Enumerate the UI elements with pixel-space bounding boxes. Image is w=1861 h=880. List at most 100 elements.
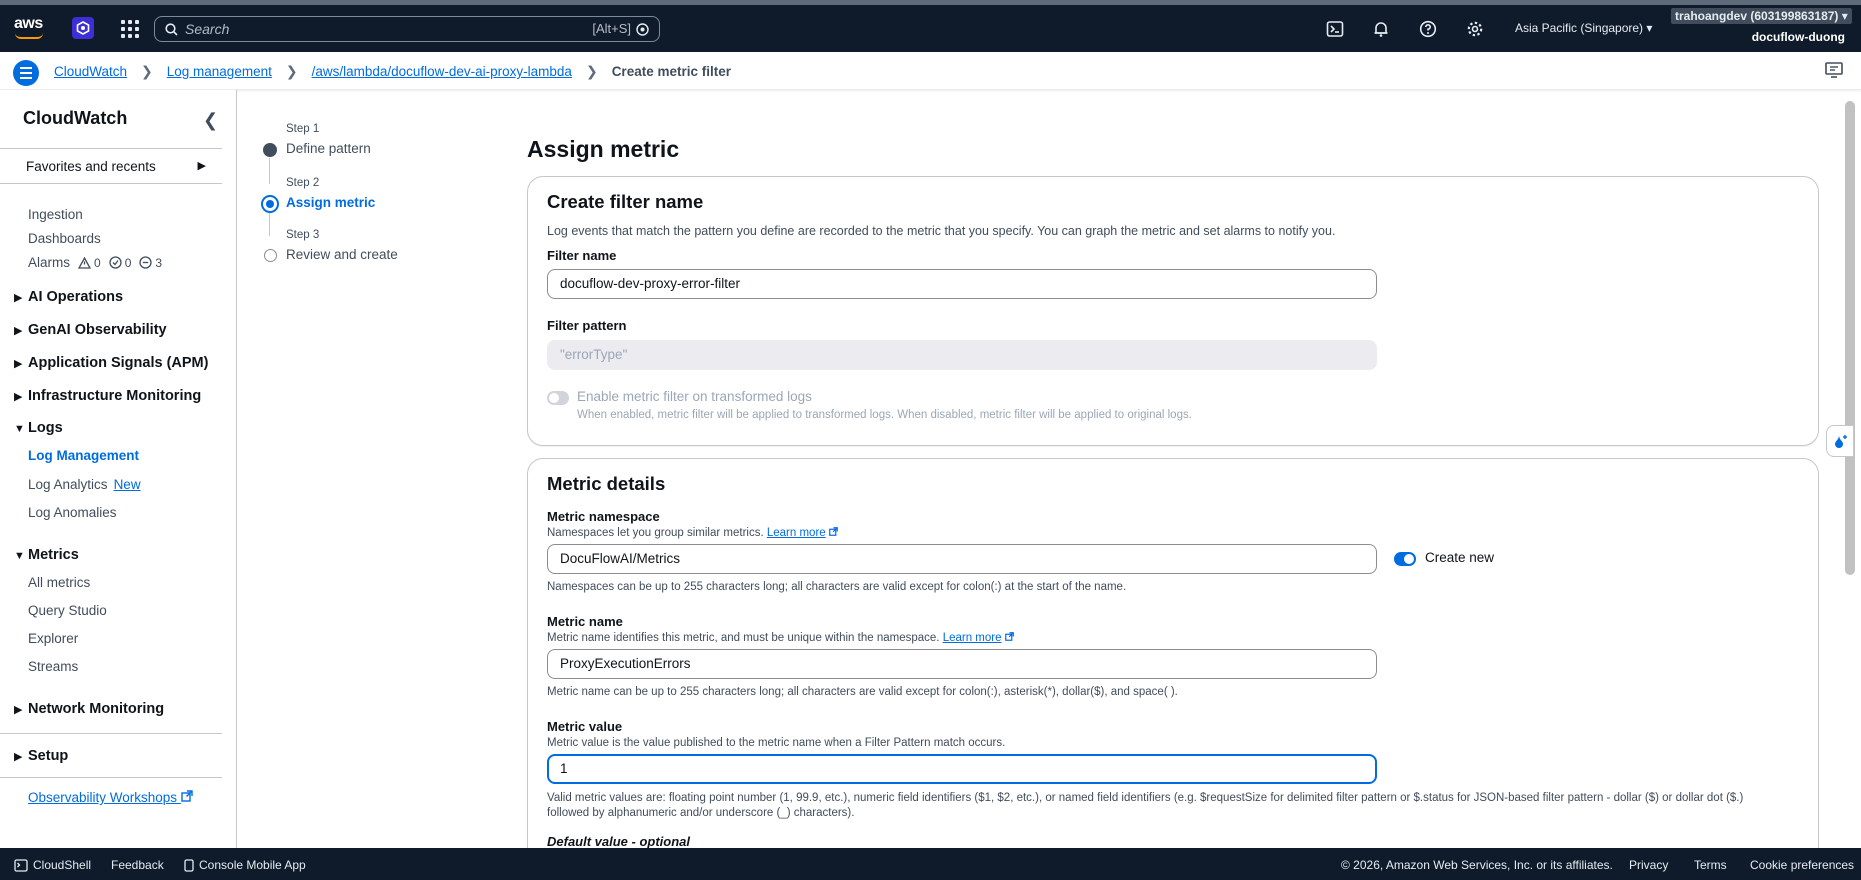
- footer-copyright: © 2026, Amazon Web Services, Inc. or its…: [1341, 858, 1613, 872]
- apps-grid-icon[interactable]: [121, 20, 139, 38]
- toggle-knob: [1404, 554, 1414, 564]
- sidebar-section-logs[interactable]: ▼ Logs: [14, 420, 63, 436]
- filter-pattern-input[interactable]: "errorType": [547, 340, 1377, 370]
- cloudwatch-service-icon[interactable]: [72, 17, 94, 39]
- sidebar-item-dashboards[interactable]: Dashboards: [28, 231, 101, 246]
- cloudshell-icon[interactable]: [1326, 20, 1344, 38]
- aws-logo-text: aws: [14, 15, 43, 32]
- section-label: GenAI Observability: [28, 322, 167, 338]
- section-label: Logs: [28, 420, 63, 436]
- region-selector[interactable]: Asia Pacific (Singapore) ▾: [1515, 21, 1652, 35]
- section-label: Network Monitoring: [28, 701, 165, 717]
- section-label: Application Signals (APM): [28, 355, 209, 371]
- card-heading: Create filter name: [547, 191, 704, 212]
- step-number: Step 2: [286, 177, 320, 189]
- insufficient-count: 3: [155, 255, 163, 270]
- step-upcoming-icon: [264, 249, 277, 262]
- sidebar-title[interactable]: CloudWatch: [23, 108, 127, 129]
- observability-workshops-link[interactable]: Observability Workshops: [28, 790, 193, 805]
- search-shortcut: [Alt+S]: [592, 21, 631, 36]
- step-name: Define pattern: [286, 141, 371, 156]
- ai-assistant-icon[interactable]: [1826, 425, 1854, 457]
- breadcrumb: CloudWatch ❯ Log management ❯ /aws/lambd…: [54, 63, 731, 80]
- learn-more-link[interactable]: Learn more: [943, 632, 1002, 644]
- sidebar-item-ingestion[interactable]: Ingestion: [28, 207, 83, 222]
- navigation-menu-button[interactable]: [13, 60, 39, 86]
- create-new-label: Create new: [1425, 550, 1495, 565]
- notifications-bell-icon[interactable]: [1372, 20, 1390, 38]
- sidebar-favorites[interactable]: Favorites and recents ▶: [0, 148, 222, 184]
- metric-details-card: Metric details Metric namespace Namespac…: [527, 458, 1819, 878]
- chevron-right-icon: ❯: [285, 63, 298, 79]
- sidebar-section-setup[interactable]: ▶ Setup: [14, 748, 68, 764]
- metric-value-description: Metric value is the value published to t…: [547, 737, 1006, 749]
- metric-namespace-input[interactable]: DocuFlowAI/Metrics: [547, 544, 1377, 574]
- warning-triangle-icon: [78, 256, 92, 269]
- caret-right-icon: ▶: [14, 751, 23, 763]
- metric-value-hint: Valid metric values are: floating point …: [547, 792, 1744, 819]
- sidebar-item-streams[interactable]: Streams: [28, 659, 78, 674]
- metric-name-label: Metric name: [547, 614, 623, 629]
- sidebar-item-alarms[interactable]: Alarms 0 0 3: [28, 255, 162, 270]
- display-settings-icon[interactable]: [1825, 62, 1843, 78]
- filter-name-input[interactable]: docuflow-dev-proxy-error-filter: [547, 269, 1377, 299]
- step-completed-icon: [263, 143, 277, 157]
- aws-logo[interactable]: aws: [14, 15, 46, 39]
- sidebar-divider: [0, 733, 222, 734]
- sidebar-item-all-metrics[interactable]: All metrics: [28, 575, 90, 590]
- search-icon: [165, 23, 178, 36]
- chevron-right-icon: ❯: [141, 63, 153, 79]
- namespace-desc-text: Namespaces let you group similar metrics…: [547, 527, 764, 539]
- section-label: Infrastructure Monitoring: [28, 388, 202, 404]
- sidebar-section-metrics[interactable]: ▼ Metrics: [14, 547, 79, 563]
- learn-more-link[interactable]: Learn more: [767, 527, 826, 539]
- toggle-knob: [549, 393, 559, 403]
- sidebar-item-log-anomalies[interactable]: Log Anomalies: [28, 505, 117, 520]
- footer-cookie-preferences[interactable]: Cookie preferences: [1750, 858, 1854, 872]
- breadcrumb-current: Create metric filter: [611, 64, 731, 79]
- sidebar-section-ai-operations[interactable]: ▶ AI Operations: [14, 289, 123, 305]
- page-scrollbar[interactable]: [1845, 101, 1855, 575]
- footer-feedback[interactable]: Feedback: [111, 858, 164, 872]
- sidebar-section-infrastructure[interactable]: ▶ Infrastructure Monitoring: [14, 388, 201, 404]
- transformed-logs-toggle[interactable]: [547, 391, 569, 405]
- sidebar-item-log-management[interactable]: Log Management: [28, 448, 139, 463]
- aws-smile-icon: [15, 33, 43, 39]
- check-circle-icon: [109, 256, 122, 269]
- footer-terms[interactable]: Terms: [1694, 858, 1727, 872]
- breadcrumb-log-group[interactable]: /aws/lambda/docuflow-dev-ai-proxy-lambda: [312, 64, 572, 79]
- collapse-sidebar-icon[interactable]: ❮: [203, 110, 218, 131]
- breadcrumb-cloudwatch[interactable]: CloudWatch: [54, 64, 127, 79]
- settings-gear-icon[interactable]: [1466, 20, 1484, 38]
- help-icon[interactable]: [1419, 20, 1437, 38]
- footer-mobile-app[interactable]: Console Mobile App: [184, 858, 306, 872]
- sidebar-item-query-studio[interactable]: Query Studio: [28, 603, 107, 618]
- cloudshell-label: CloudShell: [33, 858, 92, 872]
- namespace-hint: Namespaces can be up to 255 characters l…: [547, 581, 1127, 593]
- chevron-right-icon: ❯: [585, 63, 598, 79]
- account-menu[interactable]: trahoangdev (603199863187) ▾: [1671, 8, 1852, 24]
- step-number: Step 3: [286, 229, 320, 241]
- footer-cloudshell[interactable]: CloudShell: [14, 858, 91, 872]
- filter-name-label: Filter name: [547, 248, 617, 263]
- top-navigation: aws Search [Alt+S] Asia Pacific (Singapo…: [0, 0, 1861, 52]
- section-label: Setup: [28, 748, 69, 764]
- sidebar-item-explorer[interactable]: Explorer: [28, 631, 78, 646]
- external-link-icon: [829, 527, 838, 536]
- sidebar-section-network[interactable]: ▶ Network Monitoring: [14, 701, 164, 717]
- sidebar-section-application-signals[interactable]: ▶ Application Signals (APM): [14, 355, 208, 371]
- minus-circle-icon: [139, 256, 153, 269]
- footer-privacy[interactable]: Privacy: [1629, 858, 1668, 872]
- create-new-toggle[interactable]: [1394, 552, 1416, 566]
- metric-value-input[interactable]: 1: [547, 754, 1377, 784]
- search-input[interactable]: Search [Alt+S]: [154, 16, 660, 42]
- region-label: Asia Pacific (Singapore): [1515, 21, 1644, 35]
- search-placeholder: Search: [185, 21, 230, 37]
- alarm-ok-count: 0: [109, 256, 131, 270]
- metric-name-input[interactable]: ProxyExecutionErrors: [547, 649, 1377, 679]
- new-badge[interactable]: New: [114, 477, 141, 492]
- sidebar-item-log-analytics[interactable]: Log Analytics New: [28, 477, 141, 492]
- sidebar-section-genai[interactable]: ▶ GenAI Observability: [14, 322, 167, 338]
- breadcrumb-log-management[interactable]: Log management: [167, 64, 272, 79]
- sidebar-divider: [0, 777, 222, 778]
